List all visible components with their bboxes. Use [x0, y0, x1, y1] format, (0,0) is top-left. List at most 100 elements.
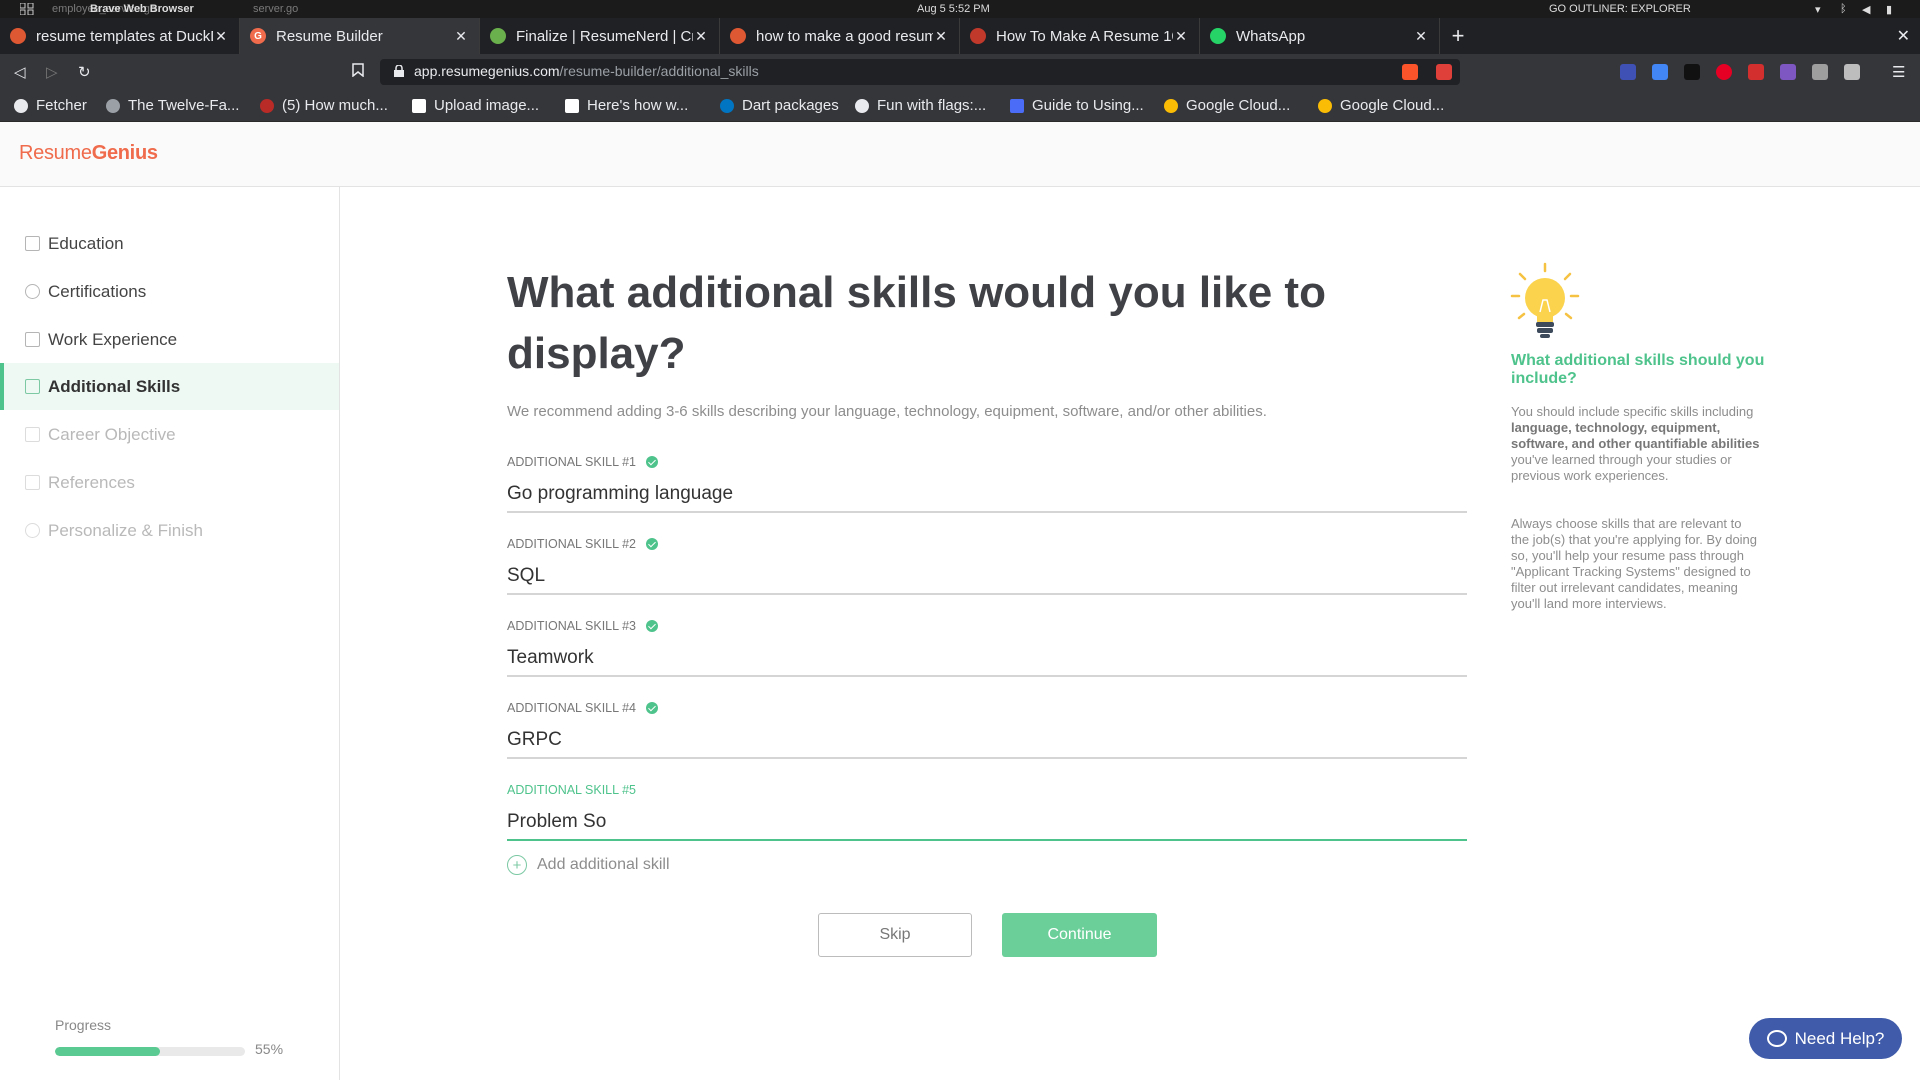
- dev-icon: [565, 98, 579, 113]
- sidebar-item-references[interactable]: References: [0, 459, 339, 506]
- skill-input-5[interactable]: [507, 805, 1467, 841]
- add-skill-button[interactable]: + Add additional skill: [507, 855, 670, 875]
- brave-rewards-icon[interactable]: [1436, 64, 1452, 80]
- os-top-bar: employee_service.go Brave Web Browser se…: [0, 0, 1920, 18]
- bookmark-item[interactable]: Google Cloud...: [1164, 97, 1290, 114]
- sidebar-item-label: Career Objective: [48, 424, 176, 444]
- close-icon[interactable]: ✕: [453, 28, 469, 45]
- google-cloud-icon: [1318, 98, 1332, 113]
- sidebar: Education Certifications Work Experience…: [0, 187, 340, 1080]
- sidebar-item-label: Work Experience: [48, 329, 178, 349]
- bookmark-label: Fun with flags:...: [877, 97, 987, 114]
- sidebar-item-personalize-finish[interactable]: Personalize & Finish: [0, 507, 339, 554]
- extension-icon[interactable]: [1684, 64, 1700, 80]
- close-icon[interactable]: ✕: [933, 28, 949, 45]
- window-title: Brave Web Browser: [90, 3, 194, 15]
- bookmark-icon[interactable]: [352, 63, 364, 81]
- globe-icon: [14, 98, 28, 113]
- chat-bubble-icon: [1766, 1030, 1787, 1047]
- skill-input-2[interactable]: [507, 559, 1467, 595]
- skill-input-4[interactable]: [507, 723, 1467, 759]
- tip-paragraph-1: You should include specific skills inclu…: [1511, 404, 1761, 484]
- bookmark-item[interactable]: (5) How much...: [260, 97, 388, 114]
- tip-title: What additional skills should you includ…: [1511, 352, 1765, 387]
- tab-resume-101[interactable]: How To Make A Resume 101 ✕: [960, 18, 1200, 54]
- bookmark-label: Guide to Using...: [1032, 97, 1144, 114]
- bookmark-item[interactable]: Dart packages: [720, 97, 839, 114]
- bookmark-label: Google Cloud...: [1186, 97, 1291, 114]
- resumenerd-icon: [490, 28, 506, 44]
- sidebar-item-education[interactable]: Education: [0, 220, 339, 267]
- skill-input-1[interactable]: [507, 477, 1467, 513]
- close-icon[interactable]: ✕: [213, 28, 229, 45]
- skill-field-4: ADDITIONAL SKILL #4: [507, 701, 1467, 761]
- check-icon: [646, 620, 658, 632]
- skill-field-5: ADDITIONAL SKILL #5: [507, 783, 1467, 843]
- resumegenius-logo[interactable]: ResumeGenius: [19, 142, 158, 165]
- brave-shields-icon[interactable]: [1402, 64, 1418, 80]
- tab-whatsapp[interactable]: WhatsApp ✕: [1200, 18, 1440, 54]
- tab-resume-builder[interactable]: G Resume Builder ✕: [240, 18, 480, 54]
- translate-icon[interactable]: [1652, 64, 1668, 80]
- forward-icon[interactable]: ▷: [46, 63, 58, 81]
- field-label: ADDITIONAL SKILL #1: [507, 455, 636, 469]
- sidebar-item-additional-skills[interactable]: Additional Skills: [0, 363, 339, 410]
- skill-input-3[interactable]: [507, 641, 1467, 677]
- skip-button[interactable]: Skip: [818, 913, 972, 957]
- sidebar-item-label: Additional Skills: [48, 376, 181, 396]
- os-item-file-2[interactable]: server.go: [253, 3, 298, 15]
- close-icon[interactable]: ✕: [1413, 28, 1429, 45]
- bookmark-item[interactable]: Google Cloud...: [1318, 97, 1444, 114]
- volume-icon[interactable]: ◀: [1862, 3, 1870, 16]
- menu-icon[interactable]: ☰: [1892, 63, 1905, 81]
- extension-icon[interactable]: [1844, 64, 1860, 80]
- address-bar[interactable]: app.resumegenius.com/resume-builder/addi…: [380, 59, 1460, 85]
- close-icon[interactable]: ✕: [1897, 26, 1910, 46]
- bookmark-item[interactable]: Guide to Using...: [1010, 97, 1144, 114]
- tab-label: resume templates at DuckDuckGo: [36, 27, 213, 45]
- bookmark-item[interactable]: The Twelve-Fa...: [106, 97, 239, 114]
- sidebar-item-label: References: [48, 472, 135, 492]
- extension-icon[interactable]: [1620, 64, 1636, 80]
- site-icon: [970, 28, 986, 44]
- field-label: ADDITIONAL SKILL #2: [507, 537, 636, 551]
- need-help-button[interactable]: Need Help?: [1749, 1018, 1902, 1059]
- extension-icon[interactable]: [1748, 64, 1764, 80]
- bookmark-item[interactable]: Upload image...: [412, 97, 539, 114]
- tab-good-resume[interactable]: how to make a good resume ✕: [720, 18, 960, 54]
- back-icon[interactable]: ◁: [14, 63, 26, 81]
- new-tab-button[interactable]: +: [1440, 18, 1476, 54]
- sidebar-item-work-experience[interactable]: Work Experience: [0, 316, 339, 363]
- sidebar-item-career-objective[interactable]: Career Objective: [0, 411, 339, 458]
- wifi-icon[interactable]: ▾: [1815, 3, 1821, 16]
- bookmarks-bar: Fetcher The Twelve-Fa... (5) How much...…: [0, 90, 1920, 122]
- field-label: ADDITIONAL SKILL #3: [507, 619, 636, 633]
- extension-icon[interactable]: [1812, 64, 1828, 80]
- reload-icon[interactable]: ↻: [78, 63, 91, 81]
- sidebar-item-certifications[interactable]: Certifications: [0, 268, 339, 315]
- bookmark-label: Google Cloud...: [1340, 97, 1445, 114]
- progress-label-visible: Progress: [55, 1017, 112, 1033]
- pinterest-icon[interactable]: [1716, 64, 1732, 80]
- tab-resumenerd[interactable]: Finalize | ResumeNerd | Create ✕: [480, 18, 720, 54]
- bluetooth-icon[interactable]: ᛒ: [1840, 3, 1847, 15]
- close-icon[interactable]: ✕: [1173, 28, 1189, 45]
- tip-paragraph-2: Always choose skills that are relevant t…: [1511, 516, 1758, 611]
- bookmark-item[interactable]: Here's how w...: [565, 97, 688, 114]
- education-icon: [25, 236, 40, 251]
- continue-button[interactable]: Continue: [1002, 913, 1157, 957]
- quora-icon: [260, 98, 274, 113]
- duckduckgo-icon: [730, 28, 746, 44]
- bookmark-item[interactable]: Fun with flags:...: [855, 97, 986, 114]
- close-icon[interactable]: ✕: [693, 28, 709, 45]
- grid-icon[interactable]: [19, 2, 34, 18]
- battery-icon[interactable]: ▮: [1886, 3, 1892, 16]
- tab-duckduckgo[interactable]: resume templates at DuckDuckGo ✕: [0, 18, 240, 54]
- whatsapp-icon: [1210, 28, 1226, 44]
- bookmark-item[interactable]: Fetcher: [14, 97, 87, 114]
- lock-icon: [394, 65, 404, 77]
- skill-field-2: ADDITIONAL SKILL #2: [507, 537, 1467, 597]
- url-host: app.resumegenius.com: [414, 63, 560, 79]
- extension-icon[interactable]: [1780, 64, 1796, 80]
- tools-icon: [25, 332, 40, 347]
